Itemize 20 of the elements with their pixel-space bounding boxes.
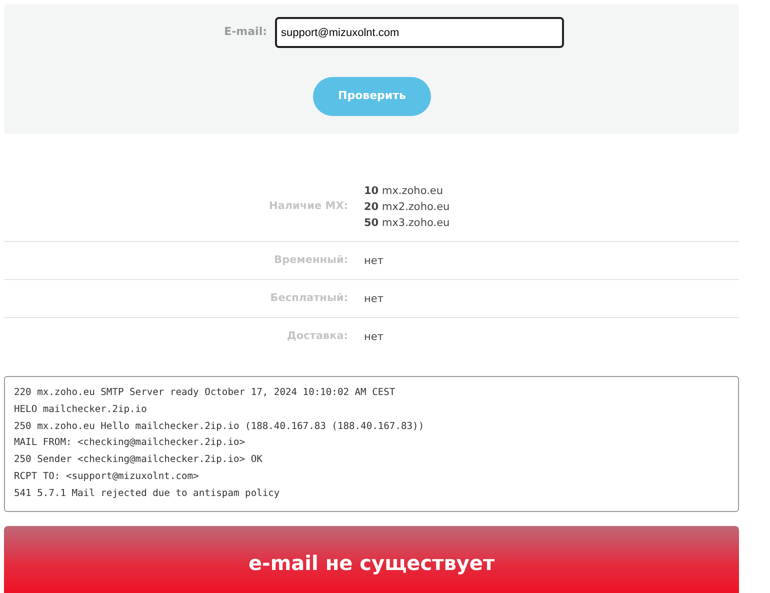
log-line: 250 Sender <checking@mailchecker.2ip.io> OK (14, 453, 264, 468)
result-label: Временный: (273, 253, 349, 268)
result-value: 20 mx2.zoho.eu (364, 200, 450, 215)
log-line: MAIL FROM: <checking@mailchecker.2ip.io> (14, 436, 246, 450)
result-value: нет (364, 292, 384, 307)
email-label: E-mail: (223, 24, 268, 40)
email-field[interactable]: support@mizuxolnt.com (275, 17, 564, 48)
log-line: 220 mx.zoho.eu SMTP Server ready October 17, 2024 10:10:02 AM CEST (14, 386, 396, 400)
result-label: Наличие MX: (268, 199, 349, 214)
log-line: RCPT TO: <support@mizuxolnt.com> (14, 470, 200, 484)
result-label: Доставка: (286, 329, 349, 344)
result-value: 10 mx.zoho.eu (364, 184, 444, 199)
result-value: нет (364, 254, 384, 269)
log-line: HELO mailchecker.2ip.io (14, 402, 148, 417)
result-value: 50 mx3.zoho.eu (364, 216, 450, 231)
result-value: нет (364, 330, 384, 345)
result-label: Бесплатный: (269, 291, 349, 306)
log-line: 250 mx.zoho.eu Hello mailchecker.2ip.io (188.40.167.83 (188.40.167.83)) (14, 420, 426, 434)
log-line: 541 5.7.1 Mail rejected due to antispam policy (14, 486, 281, 501)
result-banner: e-mail не существует (4, 526, 739, 593)
